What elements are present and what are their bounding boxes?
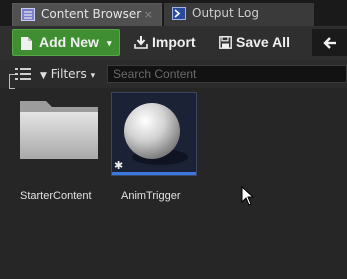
chevron-down-icon: ▾ bbox=[90, 71, 96, 81]
save-all-button[interactable]: Save All bbox=[214, 29, 314, 56]
search-placeholder: Search Content bbox=[113, 67, 197, 81]
import-button[interactable]: Import bbox=[128, 29, 204, 56]
save-all-label: Save All bbox=[236, 34, 290, 50]
asset-label-starter-content: StarterContent bbox=[20, 190, 92, 202]
search-input[interactable]: Search Content bbox=[107, 65, 347, 83]
view-options-icon[interactable] bbox=[15, 68, 31, 80]
asset-label-anim-trigger: AnimTrigger bbox=[121, 190, 181, 202]
output-log-icon bbox=[172, 7, 186, 20]
save-icon bbox=[219, 36, 232, 49]
filters-label: Filters bbox=[50, 67, 87, 81]
back-arrow-icon[interactable] bbox=[312, 29, 347, 56]
tab-label: Output Log bbox=[192, 6, 259, 20]
selection-bracket bbox=[9, 74, 15, 89]
starter-content-folder[interactable] bbox=[14, 97, 104, 167]
tab-label: Content Browser bbox=[41, 7, 142, 21]
sphere-thumbnail bbox=[124, 103, 188, 165]
filters-button[interactable]: ▼ Filters ▾ bbox=[40, 66, 95, 84]
chevron-down-icon: ▾ bbox=[107, 38, 112, 48]
tab-bar: Content Browser × Output Log bbox=[0, 0, 347, 26]
add-new-label: Add New bbox=[39, 34, 99, 50]
new-file-icon bbox=[21, 37, 32, 50]
filter-bar: ▼ Filters ▾ Search Content bbox=[0, 60, 347, 88]
add-new-button[interactable]: Add New ▾ bbox=[12, 29, 120, 56]
funnel-icon: ▼ bbox=[40, 71, 47, 81]
blueprint-badge-icon: ✱ bbox=[114, 159, 124, 172]
asset-type-underline bbox=[112, 172, 196, 175]
tab-output-log[interactable]: Output Log bbox=[164, 3, 314, 26]
folder-icon bbox=[20, 101, 98, 159]
import-label: Import bbox=[152, 34, 196, 50]
toolbar: Add New ▾ Import Save All bbox=[0, 26, 347, 60]
mouse-cursor-icon bbox=[241, 186, 255, 206]
tab-content-browser[interactable]: Content Browser × bbox=[12, 3, 162, 26]
anim-trigger-asset[interactable]: ✱ bbox=[111, 92, 197, 176]
import-icon bbox=[134, 36, 148, 49]
content-browser-icon bbox=[21, 8, 35, 21]
tab-close-icon[interactable]: × bbox=[144, 4, 153, 25]
